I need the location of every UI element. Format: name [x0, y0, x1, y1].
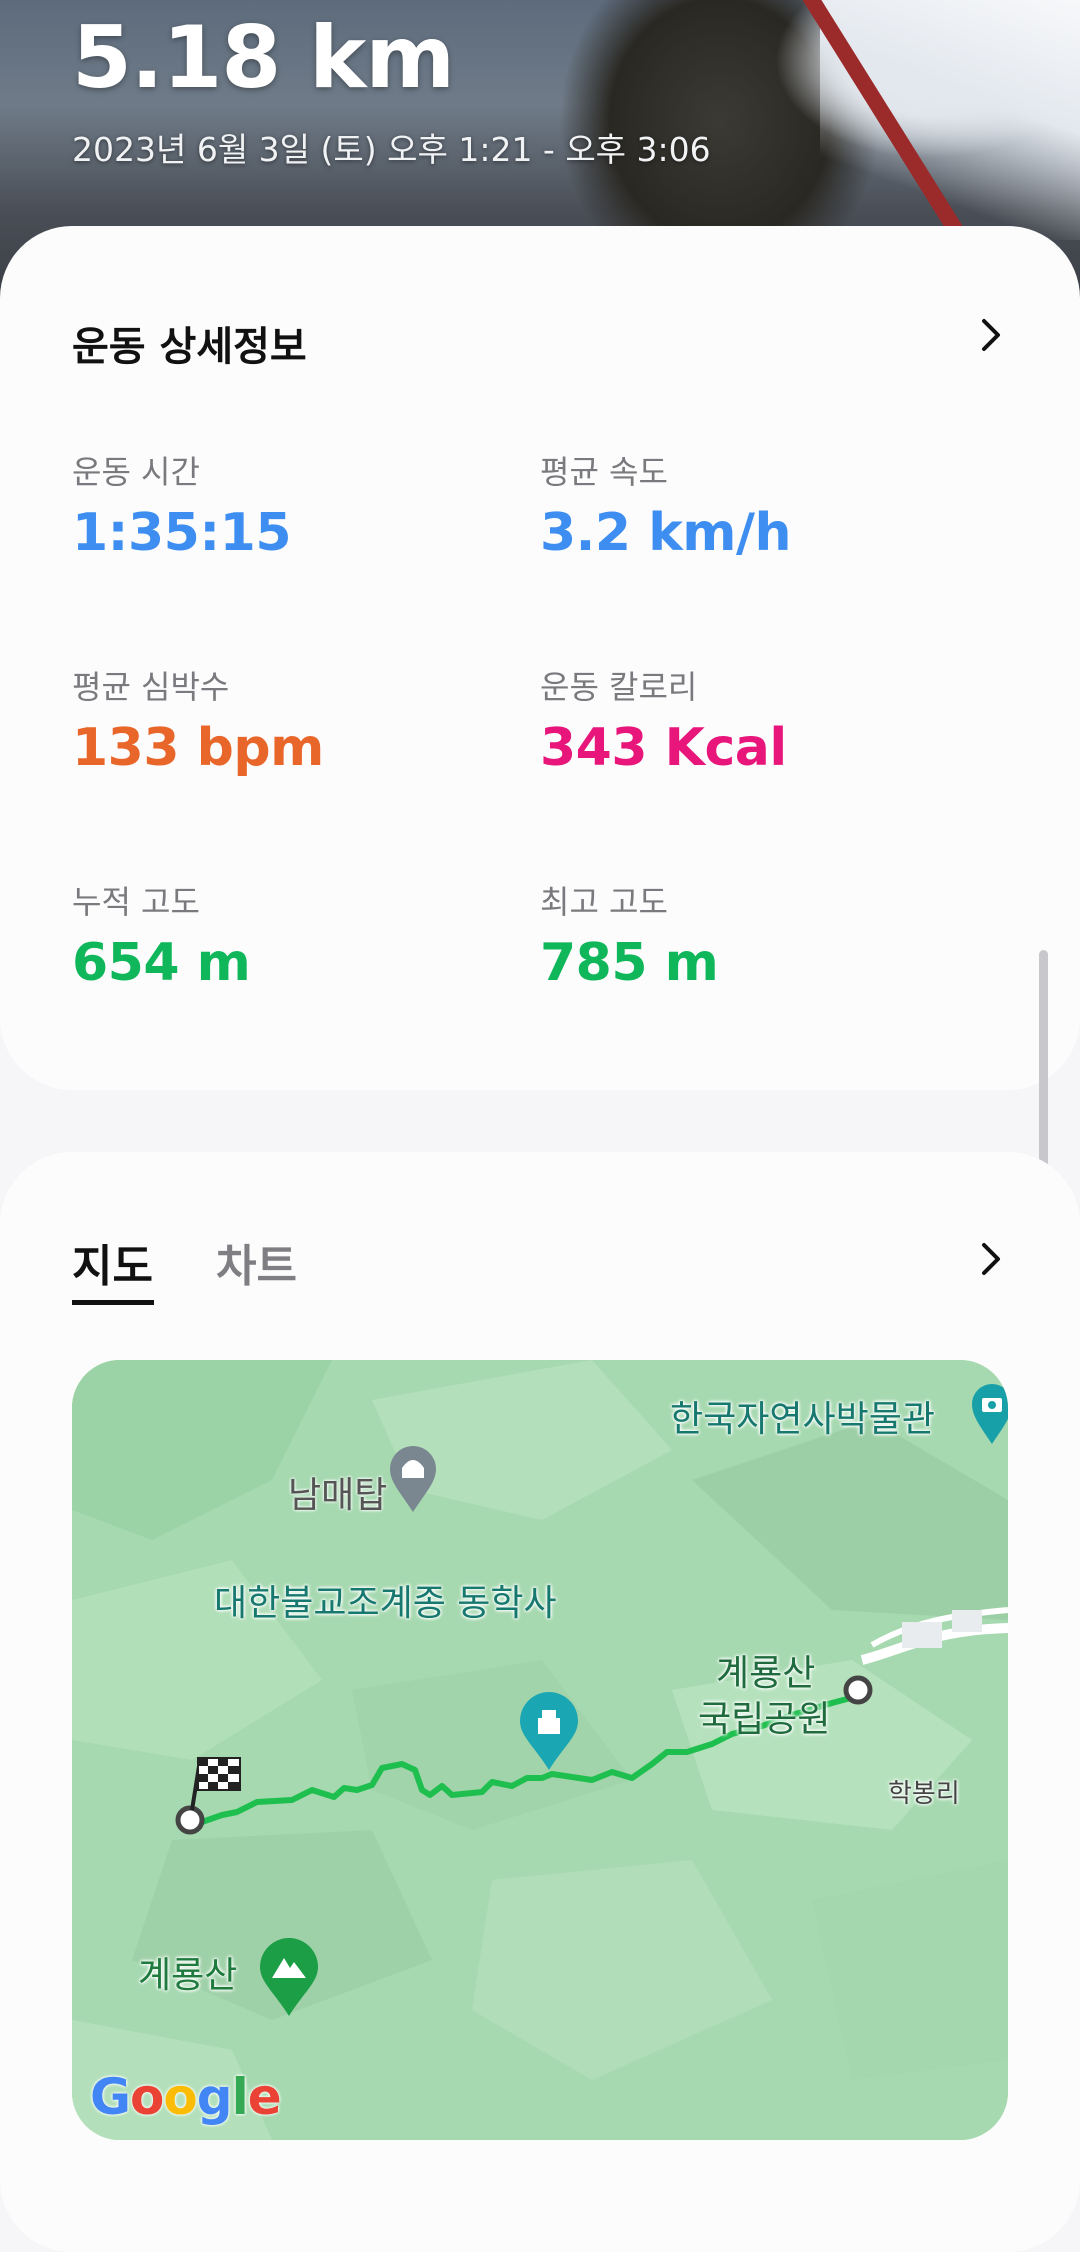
stat-avg-heart-rate: 평균 심박수 133 bpm [72, 667, 324, 783]
stat-label: 평균 심박수 [72, 668, 230, 706]
place-label: 학봉리 [888, 1779, 960, 1809]
place-label: 한국자연사박물관 [670, 1399, 935, 1440]
tab-chart[interactable]: 차트 [216, 1237, 297, 1297]
place-label: 남매탑 [288, 1475, 388, 1516]
chevron-right-icon[interactable] [974, 318, 1008, 352]
checkered-flag-icon [190, 1757, 241, 1811]
stat-label: 최고 고도 [540, 883, 668, 921]
stat-label: 누적 고도 [72, 883, 200, 921]
stat-label: 운동 시간 [72, 453, 200, 491]
stat-value: 654 m [72, 933, 251, 993]
stat-max-elevation: 최고 고도 785 m [540, 882, 719, 998]
mountain-pin-icon[interactable] [258, 1936, 320, 2018]
stat-workout-time: 운동 시간 1:35:15 [72, 452, 292, 568]
place-label-park-line1: 계룡산 [716, 1653, 816, 1694]
stat-label: 평균 속도 [540, 453, 668, 491]
stat-value: 133 bpm [72, 718, 324, 778]
total-distance: 5.18 km [72, 8, 455, 108]
place-label: 계룡산 [138, 1955, 238, 1996]
museum-pin-icon[interactable] [970, 1382, 1008, 1446]
map-card: 지도 차트 한국자연사박물관 남매탑 대한불교조계종 동학사 계룡산 국립공원 … [0, 1152, 1080, 2252]
hero-snow [820, 0, 1080, 240]
pagoda-pin-icon[interactable] [388, 1444, 438, 1514]
temple-pin-icon[interactable] [518, 1690, 580, 1772]
stat-value: 785 m [540, 933, 719, 993]
stat-label: 운동 칼로리 [540, 668, 698, 706]
details-title: 운동 상세정보 [72, 324, 307, 370]
stat-avg-speed: 평균 속도 3.2 km/h [540, 452, 792, 568]
route-map[interactable]: 한국자연사박물관 남매탑 대한불교조계종 동학사 계룡산 국립공원 학봉리 계룡… [72, 1360, 1008, 2140]
google-logo: Google [90, 2068, 282, 2126]
place-label: 대한불교조계종 동학사 [214, 1583, 557, 1624]
stat-value: 1:35:15 [72, 503, 292, 563]
tab-map[interactable]: 지도 [72, 1237, 153, 1297]
stat-value: 343 Kcal [540, 718, 787, 778]
stat-calories: 운동 칼로리 343 Kcal [540, 667, 787, 783]
stat-value: 3.2 km/h [540, 503, 792, 563]
place-label-park-line2: 국립공원 [698, 1699, 831, 1740]
stat-elevation-gain: 누적 고도 654 m [72, 882, 251, 998]
workout-date-range: 2023년 6월 3일 (토) 오후 1:21 - 오후 3:06 [72, 130, 711, 169]
chevron-right-icon[interactable] [974, 1242, 1008, 1276]
workout-details-card: 운동 상세정보 운동 시간 1:35:15 평균 속도 3.2 km/h 평균 … [0, 226, 1080, 1090]
tab-active-indicator [72, 1300, 154, 1305]
